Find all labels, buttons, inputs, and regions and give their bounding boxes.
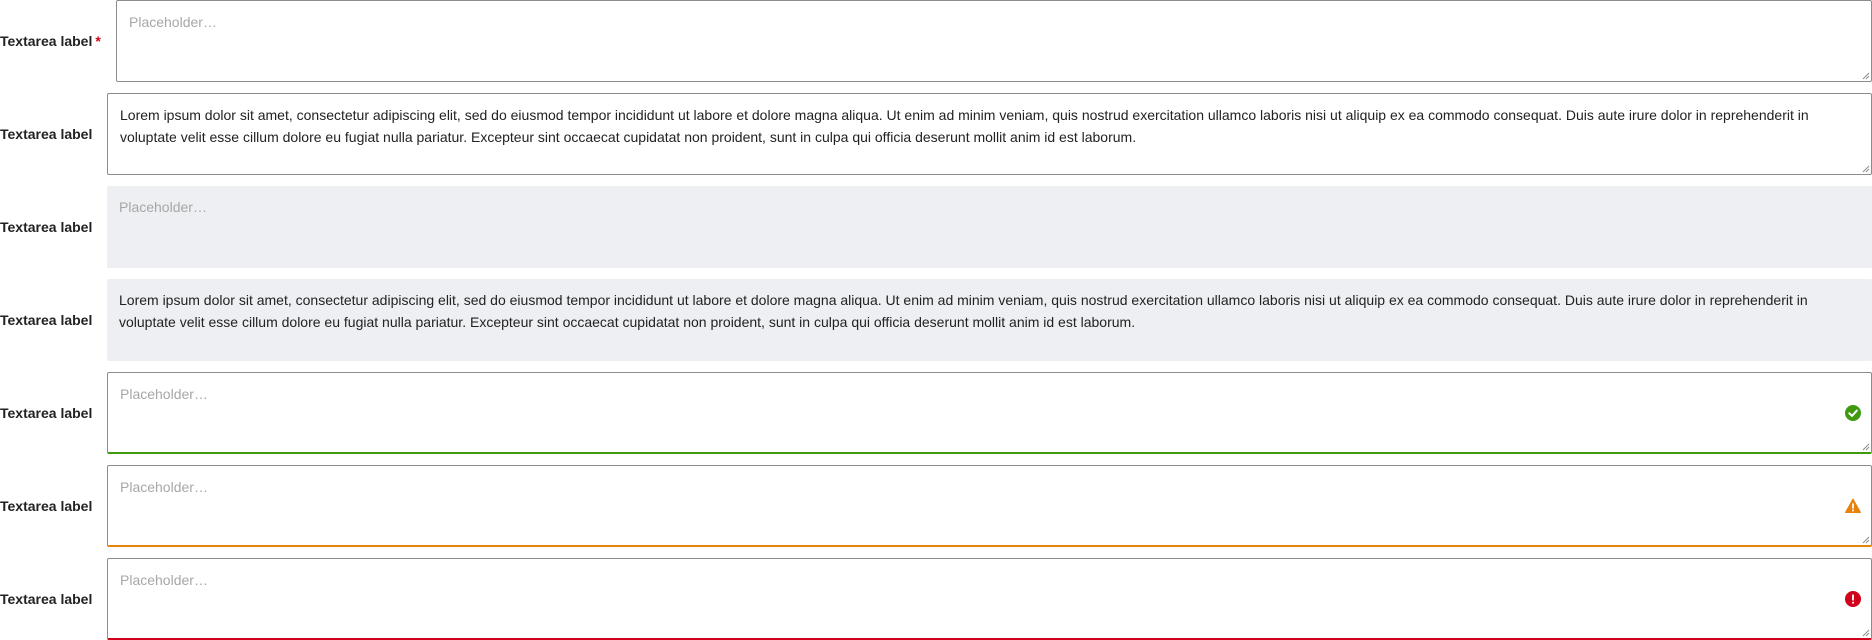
textarea-warning[interactable]: Placeholder… — [107, 465, 1872, 547]
textarea-placeholder: Placeholder… — [119, 199, 207, 215]
textarea-value: Lorem ipsum dolor sit amet, consectetur … — [119, 292, 1808, 330]
resize-handle-icon[interactable] — [1861, 164, 1870, 173]
textarea-label: Textarea label — [0, 498, 93, 514]
textarea-row-warning: Textarea label Placeholder… — [0, 465, 1872, 547]
textarea-label: Textarea label — [0, 219, 93, 235]
resize-handle-icon[interactable] — [1861, 71, 1870, 80]
textarea-label: Textarea label — [0, 405, 93, 421]
textarea-error[interactable]: Placeholder… — [107, 558, 1872, 640]
textarea-row-filled: Textarea label Lorem ipsum dolor sit ame… — [0, 93, 1872, 175]
textarea-placeholder: Placeholder… — [120, 386, 208, 402]
textarea-row-success: Textarea label Placeholder… — [0, 372, 1872, 454]
textarea-row-disabled-filled: Textarea label Lorem ipsum dolor sit ame… — [0, 279, 1872, 361]
textarea-row-error: Textarea label Placeholder… — [0, 558, 1872, 640]
textarea-success[interactable]: Placeholder… — [107, 372, 1872, 454]
textarea-disabled-filled: Lorem ipsum dolor sit amet, consectetur … — [107, 279, 1872, 361]
check-circle-icon — [1845, 404, 1861, 421]
textarea-label: Textarea label — [0, 591, 93, 607]
textarea-label: Textarea label — [0, 312, 93, 328]
textarea-label: Textarea label * — [0, 33, 101, 49]
resize-handle-icon[interactable] — [1861, 628, 1870, 637]
textarea-placeholder: Placeholder… — [129, 14, 217, 30]
textarea-row-required: Textarea label * Placeholder… — [0, 0, 1872, 82]
textarea-row-disabled: Textarea label Placeholder… — [0, 186, 1872, 268]
warning-triangle-icon — [1845, 498, 1861, 513]
textarea-value: Lorem ipsum dolor sit amet, consectetur … — [120, 107, 1809, 145]
textarea-filled[interactable]: Lorem ipsum dolor sit amet, consectetur … — [107, 93, 1872, 175]
textarea-placeholder: Placeholder… — [120, 479, 208, 495]
textarea-required[interactable]: Placeholder… — [116, 0, 1872, 82]
required-asterisk: * — [95, 33, 101, 49]
resize-handle-icon[interactable] — [1861, 535, 1870, 544]
textarea-placeholder: Placeholder… — [120, 572, 208, 588]
textarea-disabled: Placeholder… — [107, 186, 1872, 268]
textarea-label: Textarea label — [0, 126, 93, 142]
resize-handle-icon[interactable] — [1861, 442, 1870, 451]
error-circle-icon — [1845, 590, 1861, 607]
